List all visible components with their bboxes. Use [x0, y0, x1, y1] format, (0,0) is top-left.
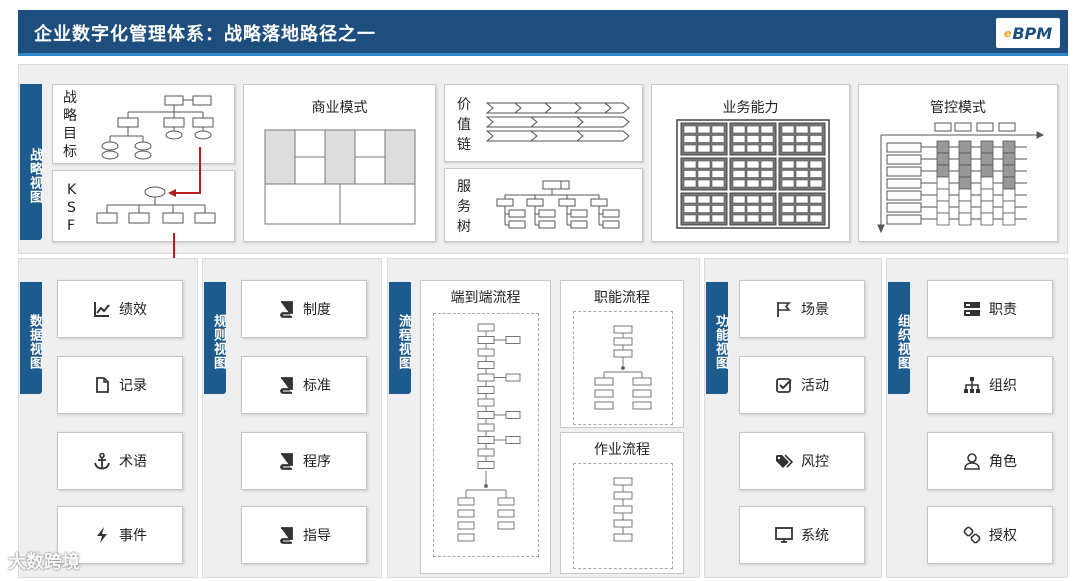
regulation-button[interactable]: 制度 — [241, 280, 367, 338]
authorization-label: 授权 — [989, 528, 1017, 544]
regulation-label: 制度 — [303, 302, 331, 318]
functional-process-title: 职能流程 — [594, 290, 650, 306]
process-view-tab: 流程视图 — [389, 282, 411, 394]
checkbox-icon — [776, 378, 792, 393]
book-icon — [280, 377, 293, 394]
watermark: 大数跨境 — [8, 552, 80, 573]
link-icon — [963, 526, 981, 544]
org-view-tab: 组织视图 — [888, 282, 910, 394]
business-capability-title: 业务能力 — [722, 100, 779, 116]
operational-process-title: 作业流程 — [594, 442, 650, 458]
functional-process-diagram — [573, 311, 673, 425]
service-tree-label: 服务树 — [457, 179, 473, 235]
file-icon — [96, 377, 109, 393]
book-icon — [280, 527, 293, 544]
guidance-button[interactable]: 指导 — [241, 506, 367, 564]
function-view-tab: 功能视图 — [706, 282, 728, 394]
e2e-process-diagram — [433, 313, 539, 557]
organization-label: 组织 — [989, 378, 1017, 394]
event-label: 事件 — [119, 528, 147, 544]
bpm-logo: e BPM — [996, 18, 1060, 48]
ksf-label: KSF — [67, 182, 79, 234]
business-model-card: 商业模式 — [243, 84, 436, 242]
title-bar: 企业数字化管理体系：战略落地路径之一 e BPM — [18, 10, 1068, 56]
capability-grid-diagram — [676, 119, 830, 229]
bolt-icon — [97, 527, 107, 543]
business-model-title: 商业模式 — [311, 100, 368, 116]
org-chart-icon — [964, 377, 980, 393]
strategy-view-tab: 战略视图 — [20, 84, 42, 240]
performance-button[interactable]: 绩效 — [57, 280, 183, 338]
control-mode-card: 管控模式 — [858, 84, 1058, 242]
scenario-label: 场景 — [801, 302, 829, 318]
flag-icon — [777, 302, 791, 317]
system-button[interactable]: 系统 — [739, 506, 865, 564]
list-server-icon — [964, 302, 980, 316]
service-tree-card: 服务树 — [444, 168, 643, 242]
business-capability-card: 业务能力 — [651, 84, 850, 242]
record-label: 记录 — [119, 378, 147, 394]
responsibility-button[interactable]: 职责 — [927, 280, 1053, 338]
data-view-tab: 数据视图 — [20, 282, 42, 394]
chart-line-icon — [94, 302, 110, 317]
tags-icon — [776, 454, 793, 468]
value-chain-card: 价值链 — [444, 84, 643, 162]
authorization-button[interactable]: 授权 — [927, 506, 1053, 564]
guidance-label: 指导 — [303, 528, 331, 544]
strategic-goal-label: 战略目标 — [63, 90, 79, 160]
activity-label: 活动 — [801, 378, 829, 394]
e2e-process-card[interactable]: 端到端流程 — [420, 280, 551, 574]
performance-label: 绩效 — [119, 302, 147, 318]
page-title: 企业数字化管理体系：战略落地路径之一 — [34, 24, 376, 45]
activity-button[interactable]: 活动 — [739, 356, 865, 414]
risk-control-button[interactable]: 风控 — [739, 432, 865, 490]
monitor-icon — [775, 527, 793, 543]
terminology-button[interactable]: 术语 — [57, 432, 183, 490]
record-button[interactable]: 记录 — [57, 356, 183, 414]
role-label: 角色 — [989, 454, 1017, 470]
organization-button[interactable]: 组织 — [927, 356, 1053, 414]
business-model-canvas-icon — [264, 129, 416, 225]
flow-arrows — [168, 147, 201, 273]
operational-process-card[interactable]: 作业流程 — [560, 432, 684, 574]
anchor-icon — [94, 452, 110, 470]
service-tree-diagram — [496, 180, 620, 229]
value-chain-diagram — [485, 102, 630, 142]
functional-process-card[interactable]: 职能流程 — [560, 280, 684, 428]
control-mode-title: 管控模式 — [930, 100, 986, 116]
role-button[interactable]: 角色 — [927, 432, 1053, 490]
control-matrix-diagram — [877, 122, 1045, 234]
book-icon — [280, 301, 293, 318]
rule-view-tab: 规则视图 — [204, 282, 226, 394]
operational-process-diagram — [573, 463, 673, 569]
standard-button[interactable]: 标准 — [241, 356, 367, 414]
terminology-label: 术语 — [119, 454, 147, 470]
procedure-label: 程序 — [303, 454, 331, 470]
e2e-process-title: 端到端流程 — [450, 290, 521, 306]
scenario-button[interactable]: 场景 — [739, 280, 865, 338]
value-chain-label: 价值链 — [457, 97, 473, 153]
standard-label: 标准 — [303, 378, 331, 394]
procedure-button[interactable]: 程序 — [241, 432, 367, 490]
book-icon — [280, 453, 293, 470]
system-label: 系统 — [801, 528, 829, 544]
risk-control-label: 风控 — [801, 454, 829, 470]
users-icon — [964, 453, 980, 470]
responsibility-label: 职责 — [989, 302, 1017, 318]
